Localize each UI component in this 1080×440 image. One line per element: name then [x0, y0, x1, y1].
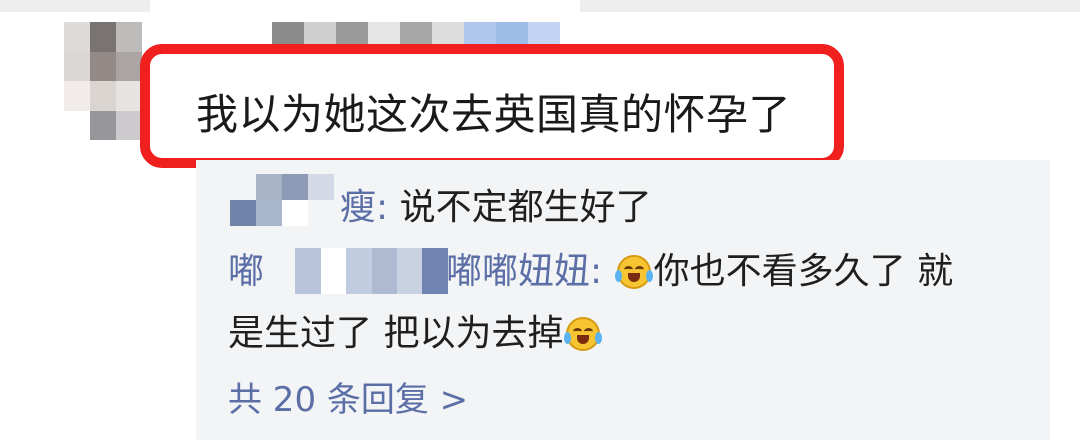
reply-colon: : [590, 251, 603, 292]
comment-text[interactable]: 我以为她这次去英国真的怀孕了 [196, 90, 791, 140]
reply-name-censored [270, 248, 448, 294]
reply-colon: : [376, 187, 389, 228]
reply-item-continuation: 是生过了 把以为去掉 [228, 306, 603, 362]
reply-item[interactable]: 瘦: 说不定都生好了 [340, 180, 652, 236]
reply-author[interactable]: 瘦 [340, 187, 376, 228]
tears-of-joy-icon [564, 317, 603, 351]
top-divider-fragment [580, 0, 1080, 12]
reply-text: 说不定都生好了 [399, 187, 652, 228]
top-divider-fragment [0, 0, 150, 12]
reply-author-prefix[interactable]: 嘟 [228, 251, 264, 292]
reply-author-suffix[interactable]: 嘟嘟妞妞 [446, 251, 590, 292]
reply-text: 是生过了 把以为去掉 [228, 313, 564, 354]
comment-screenshot: 我以为她这次去英国真的怀孕了 瘦: 说不定都生好了 嘟 嘟嘟妞妞: 你也不看多久了… [0, 0, 1080, 440]
tears-of-joy-icon [614, 255, 653, 289]
reply-name-censored [230, 174, 334, 226]
avatar[interactable] [64, 22, 142, 140]
view-more-replies-link[interactable]: 共 20 条回复 > [228, 372, 468, 428]
reply-text: 你也不看多久了 就 [653, 251, 954, 292]
